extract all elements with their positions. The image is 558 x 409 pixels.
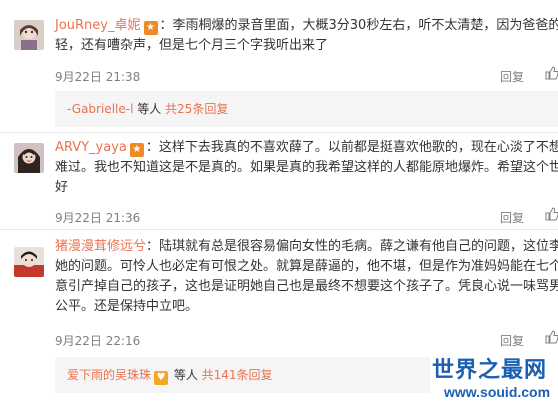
comment-text-line: 难过。我也不知道这是不是真的。如果是真的我希望这样的人都能原地爆炸。希望这个世界… bbox=[55, 160, 558, 175]
username-link[interactable]: ARVY_yaya bbox=[55, 140, 127, 155]
reply-button[interactable]: 回复 bbox=[500, 209, 524, 226]
divider bbox=[0, 229, 558, 230]
username-link[interactable]: 猪漫漫茸修远兮 bbox=[55, 239, 146, 254]
comment-time: 9月22日 22:16 bbox=[55, 334, 141, 348]
avatar[interactable] bbox=[14, 143, 44, 173]
vip-star-icon: ★ bbox=[143, 21, 158, 35]
avatar[interactable] bbox=[14, 20, 44, 50]
like-button[interactable] bbox=[545, 207, 558, 221]
comment-body: ARVY_yaya ★ ：这样下去我真的不喜欢薛了。以前都是挺喜欢他歌的，现在心淡了… bbox=[55, 138, 558, 198]
like-button[interactable] bbox=[545, 330, 558, 344]
hearts-emoji-icon: ♥ bbox=[154, 371, 169, 385]
comment-text-line: 好 bbox=[55, 180, 69, 195]
thumbs-up-icon bbox=[545, 330, 558, 344]
comment-time: 9月22日 21:38 bbox=[55, 70, 141, 84]
comment-text-line: ：这样下去我真的不喜欢薛了。以前都是挺喜欢他歌的，现在心淡了不想听了。 bbox=[145, 140, 558, 155]
vip-star-icon: ★ bbox=[129, 143, 144, 157]
thumbs-up-icon bbox=[545, 207, 558, 221]
comment-text-line: 公平。还是保持中立吧。 bbox=[55, 299, 199, 314]
comment-body: JouRney_卓妮 ★ ：李雨桐爆的录音里面，大概3分30秒左右，听不太清楚，因为… bbox=[55, 16, 558, 56]
subreply-users-link[interactable]: 爱下雨的吴珠珠 bbox=[67, 368, 151, 382]
subreply-count-link[interactable]: 共141条回复 bbox=[202, 368, 273, 382]
comment-text-line: ：李雨桐爆的录音里面，大概3分30秒左右，听不太清楚，因为爸爸的声音有 bbox=[159, 18, 558, 33]
comment-time: 9月22日 21:36 bbox=[55, 211, 141, 225]
avatar[interactable] bbox=[14, 247, 44, 277]
watermark-logo: 世界之最网 www.souid.com bbox=[430, 350, 558, 409]
watermark-title: 世界之最网 bbox=[432, 358, 548, 383]
subreply-mid-text: 等人 bbox=[170, 368, 202, 382]
divider bbox=[0, 132, 558, 133]
comment-text-line: 意引产掉自己的孩子，这也是证明她自己也是最终不想要这个孩子了。凭良心说一味骂男方… bbox=[55, 279, 558, 294]
comment-text-line: ：陆琪就有总是很容易偏向女性的毛病。薛之谦有他自己的问题，这位李女士 bbox=[146, 239, 558, 254]
reply-button[interactable]: 回复 bbox=[500, 332, 524, 349]
comment-list: JouRney_卓妮 ★ ：李雨桐爆的录音里面，大概3分30秒左右，听不太清楚，因为… bbox=[0, 0, 558, 409]
comment-text-line: 她的问题。可怜人也必定有可恨之处。就算是薛逼的，他不堪，但是作为准妈妈能在七个月 bbox=[55, 259, 558, 274]
like-button[interactable] bbox=[545, 66, 558, 80]
subreplies-bar[interactable]: -Gabrielle-l 等人 共25条回复 bbox=[55, 91, 558, 127]
comment-text-line: 轻，还有嘈杂声，但是七个月三个字我听出来了 bbox=[55, 38, 329, 53]
subreply-mid-text: 等人 bbox=[133, 102, 166, 116]
comment-body: 猪漫漫茸修远兮：陆琪就有总是很容易偏向女性的毛病。薛之谦有他自己的问题，这位李女… bbox=[55, 237, 558, 317]
subreply-count-link[interactable]: 共25条回复 bbox=[165, 102, 228, 116]
reply-button[interactable]: 回复 bbox=[500, 68, 524, 85]
username-link[interactable]: JouRney_卓妮 bbox=[55, 18, 141, 33]
subreply-users-link[interactable]: -Gabrielle-l bbox=[67, 102, 133, 116]
watermark-url: www.souid.com bbox=[444, 384, 551, 400]
thumbs-up-icon bbox=[545, 66, 558, 80]
